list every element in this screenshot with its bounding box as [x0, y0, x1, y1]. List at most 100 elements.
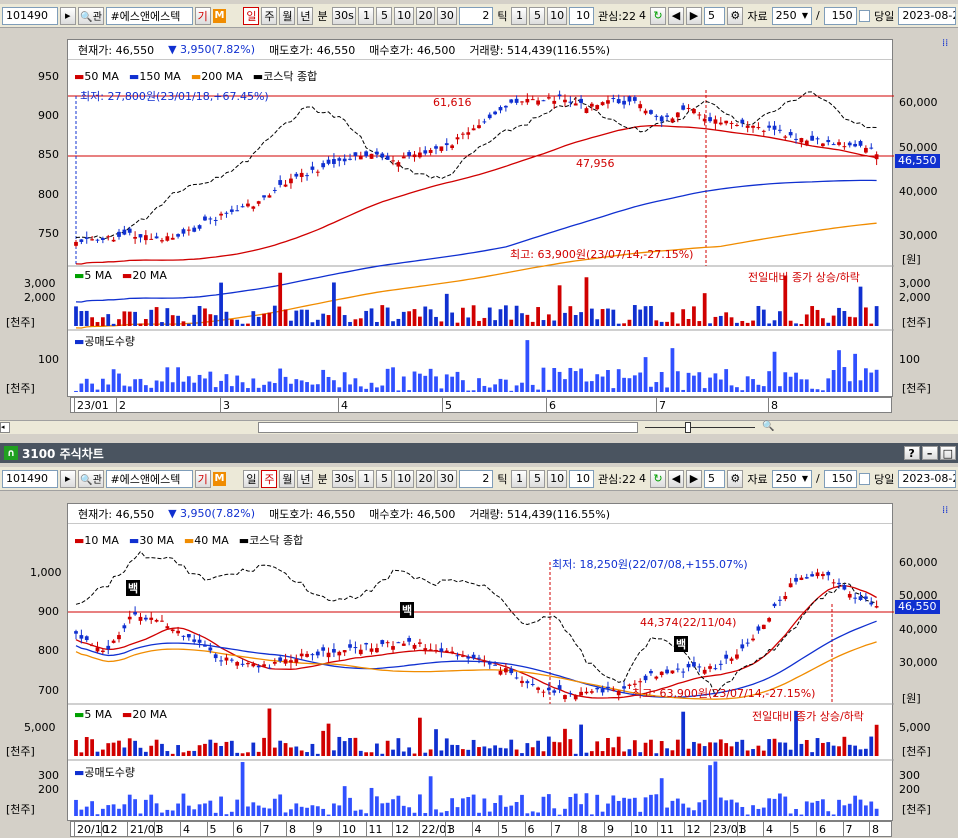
date-input[interactable]: 2023-08-2	[898, 6, 957, 25]
min5-button[interactable]: 5	[376, 6, 393, 25]
b-settings-icon[interactable]: ⚙	[727, 469, 744, 488]
zoom-icon[interactable]: 🔍	[762, 421, 774, 432]
candle-body	[310, 654, 315, 656]
b-next-arrow-button[interactable]: ▸	[59, 469, 76, 488]
candle-body	[165, 236, 170, 241]
b-tick10-button[interactable]: 10	[547, 469, 567, 488]
sec30-button[interactable]: 30s	[331, 6, 357, 25]
ten-input[interactable]: 10	[568, 6, 594, 25]
zoom-handle[interactable]	[685, 422, 691, 433]
vol-note: 전일대비 종가 상승/하락	[748, 271, 860, 284]
short-volume-bar	[358, 386, 363, 392]
tick-input[interactable]: 2	[458, 6, 494, 25]
short-volume-bar	[579, 804, 583, 816]
period-month-button[interactable]: 월	[279, 6, 296, 25]
b-next-icon[interactable]: ▶	[685, 469, 702, 488]
b-tick5-button[interactable]: 5	[529, 469, 546, 488]
scroll-left-icon[interactable]: ◂	[0, 422, 10, 433]
search-icon[interactable]: 🔍관	[77, 6, 105, 25]
settings-icon[interactable]: ⚙	[727, 6, 744, 25]
m-icon[interactable]: M	[212, 8, 227, 23]
b-prev-icon[interactable]: ◀	[667, 469, 684, 488]
b-gi-button[interactable]: 기	[194, 469, 211, 488]
window-help-icon[interactable]: ?	[903, 446, 920, 460]
short-volume-bar	[396, 390, 401, 392]
dangil-checkbox[interactable]	[858, 9, 871, 22]
candle-body	[541, 691, 546, 693]
b-total-input[interactable]: 150	[823, 469, 857, 488]
window-minimize-icon[interactable]: –	[921, 446, 938, 460]
candle-body	[95, 647, 100, 652]
window-maximize-icon[interactable]: □	[939, 446, 956, 460]
b-tick1-button[interactable]: 1	[511, 469, 528, 488]
candle-body	[117, 231, 121, 237]
b-date-input[interactable]: 2023-08-2	[898, 469, 957, 488]
volume-bar	[251, 311, 256, 326]
volume-bar	[154, 739, 159, 756]
b-period-month-button[interactable]: 월	[279, 469, 296, 488]
short-volume-bar	[289, 809, 293, 816]
b-jaryo-select[interactable]: 250 ▼	[771, 469, 813, 488]
candle-body	[670, 118, 675, 123]
short-volume-bar	[530, 384, 535, 392]
stock-code-input[interactable]: 101490	[2, 6, 58, 25]
refresh-icon[interactable]: ↻	[649, 6, 666, 25]
total-input[interactable]: 150	[823, 6, 857, 25]
period-week-button[interactable]: 주	[261, 6, 278, 25]
b-step-input[interactable]: 5	[703, 469, 726, 488]
min1-button[interactable]: 1	[358, 6, 375, 25]
gi-button[interactable]: 기	[194, 6, 211, 25]
volume-bar	[546, 736, 551, 756]
b-ten-input[interactable]: 10	[568, 469, 594, 488]
tick10-button[interactable]: 10	[547, 6, 567, 25]
b-period-year-button[interactable]: 년	[297, 469, 314, 488]
b-min20-button[interactable]: 20	[415, 469, 436, 488]
b-dangil-checkbox[interactable]	[858, 472, 871, 485]
candle-body	[176, 234, 180, 237]
b-m-icon[interactable]: M	[212, 471, 227, 486]
b-min5-button[interactable]: 5	[376, 469, 393, 488]
bottom-side-icon[interactable]: ⁞⁞	[942, 505, 948, 516]
short-volume-bar	[208, 800, 213, 816]
next-arrow-button[interactable]: ▸	[59, 6, 76, 25]
min30-button[interactable]: 30	[437, 6, 457, 25]
b-min30-button[interactable]: 30	[437, 469, 457, 488]
volume-bar	[418, 316, 422, 326]
scroll-thumb[interactable]	[258, 422, 638, 433]
step-input[interactable]: 5	[703, 6, 726, 25]
candle-body	[638, 681, 643, 683]
b-min10-button[interactable]: 10	[394, 469, 414, 488]
top-side-icon[interactable]: ⁞⁞	[942, 38, 948, 49]
candle-body	[90, 645, 95, 647]
short-volume-bar	[853, 795, 858, 816]
short-volume-bar	[444, 374, 449, 392]
b-stock-code-input[interactable]: 101490	[2, 469, 58, 488]
candle-body	[799, 138, 804, 143]
b-sec30-button[interactable]: 30s	[331, 469, 357, 488]
min10-button[interactable]: 10	[394, 6, 414, 25]
tick1-button[interactable]: 1	[511, 6, 528, 25]
short-volume-bar	[627, 378, 632, 392]
volume-bar	[622, 323, 626, 326]
short-volume-bar	[434, 809, 438, 816]
b-tick-input[interactable]: 2	[458, 469, 494, 488]
b-period-week-button[interactable]: 주	[261, 469, 278, 488]
short-volume-bar	[842, 367, 847, 392]
b-min1-button[interactable]: 1	[358, 469, 375, 488]
prev-icon[interactable]: ◀	[667, 6, 684, 25]
period-day-button[interactable]: 일	[243, 6, 260, 25]
jaryo-select[interactable]: 250 ▼	[771, 6, 813, 25]
top-scrollbar[interactable]: ◂ 🔍	[0, 420, 958, 434]
tick5-button[interactable]: 5	[529, 6, 546, 25]
candle-body	[342, 650, 347, 653]
short-volume-bar	[595, 794, 600, 816]
b-search-icon[interactable]: 🔍관	[77, 469, 105, 488]
next-icon[interactable]: ▶	[685, 6, 702, 25]
b-refresh-icon[interactable]: ↻	[649, 469, 666, 488]
short-volume-bar	[466, 797, 471, 816]
b-period-day-button[interactable]: 일	[243, 469, 260, 488]
volume-bar	[138, 747, 143, 756]
min20-button[interactable]: 20	[415, 6, 436, 25]
period-year-button[interactable]: 년	[297, 6, 314, 25]
zoom-slider[interactable]	[645, 427, 755, 428]
